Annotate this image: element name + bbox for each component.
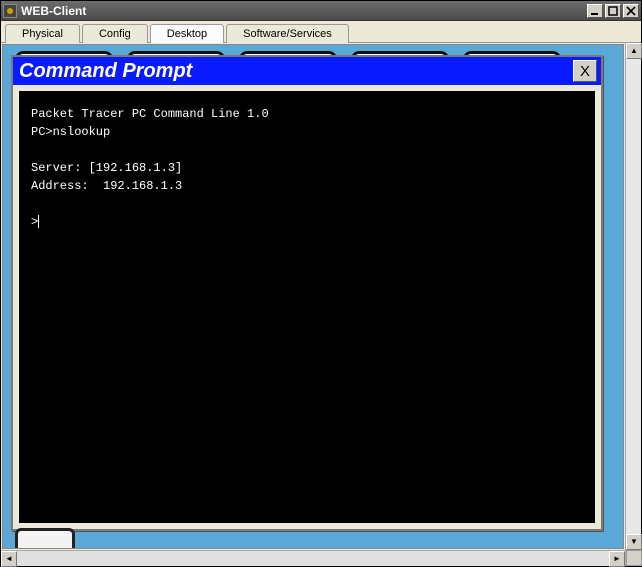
command-prompt-title: Command Prompt bbox=[19, 60, 573, 83]
app-window: WEB-Client Physical Config Desktop Softw… bbox=[0, 0, 642, 567]
minimize-icon bbox=[590, 6, 600, 16]
desktop-area: Command Prompt X Packet Tracer PC Comman… bbox=[2, 44, 624, 549]
minimize-button[interactable] bbox=[587, 4, 603, 18]
desktop-main: Command Prompt X Packet Tracer PC Comman… bbox=[1, 43, 625, 566]
arrow-left-icon: ◄ bbox=[5, 555, 13, 563]
arrow-right-icon: ► bbox=[613, 555, 621, 563]
terminal-output: Packet Tracer PC Command Line 1.0 PC>nsl… bbox=[31, 107, 269, 229]
scroll-down-button[interactable]: ▼ bbox=[626, 534, 642, 550]
scroll-right-button[interactable]: ► bbox=[609, 551, 625, 567]
tab-physical[interactable]: Physical bbox=[5, 24, 80, 43]
vertical-scrollbar[interactable]: ▲ ▼ bbox=[625, 43, 641, 566]
tab-software-services[interactable]: Software/Services bbox=[226, 24, 349, 43]
command-prompt-close-button[interactable]: X bbox=[573, 60, 597, 82]
scroll-track[interactable] bbox=[626, 59, 641, 534]
scroll-corner bbox=[626, 550, 642, 566]
close-icon bbox=[626, 6, 636, 16]
titlebar: WEB-Client bbox=[1, 1, 641, 21]
maximize-icon bbox=[608, 6, 618, 16]
maximize-button[interactable] bbox=[605, 4, 621, 18]
close-button[interactable] bbox=[623, 4, 639, 18]
tab-strip: Physical Config Desktop Software/Service… bbox=[1, 21, 641, 43]
arrow-down-icon: ▼ bbox=[630, 538, 638, 546]
command-prompt-window: Command Prompt X Packet Tracer PC Comman… bbox=[11, 55, 603, 531]
desktop-app-icon[interactable] bbox=[15, 528, 75, 549]
terminal-cursor bbox=[38, 215, 39, 228]
window-title: WEB-Client bbox=[21, 4, 585, 18]
command-prompt-body: Packet Tracer PC Command Line 1.0 PC>nsl… bbox=[13, 85, 601, 529]
tab-config[interactable]: Config bbox=[82, 24, 148, 43]
app-icon bbox=[3, 4, 17, 18]
tab-desktop[interactable]: Desktop bbox=[150, 24, 224, 43]
scroll-left-button[interactable]: ◄ bbox=[1, 551, 17, 567]
horizontal-scrollbar[interactable]: ◄ ► bbox=[1, 550, 625, 566]
terminal[interactable]: Packet Tracer PC Command Line 1.0 PC>nsl… bbox=[19, 91, 595, 523]
command-prompt-titlebar: Command Prompt X bbox=[13, 57, 601, 85]
scroll-up-button[interactable]: ▲ bbox=[626, 43, 642, 59]
desktop-wrap: Command Prompt X Packet Tracer PC Comman… bbox=[1, 43, 641, 566]
arrow-up-icon: ▲ bbox=[630, 47, 638, 55]
